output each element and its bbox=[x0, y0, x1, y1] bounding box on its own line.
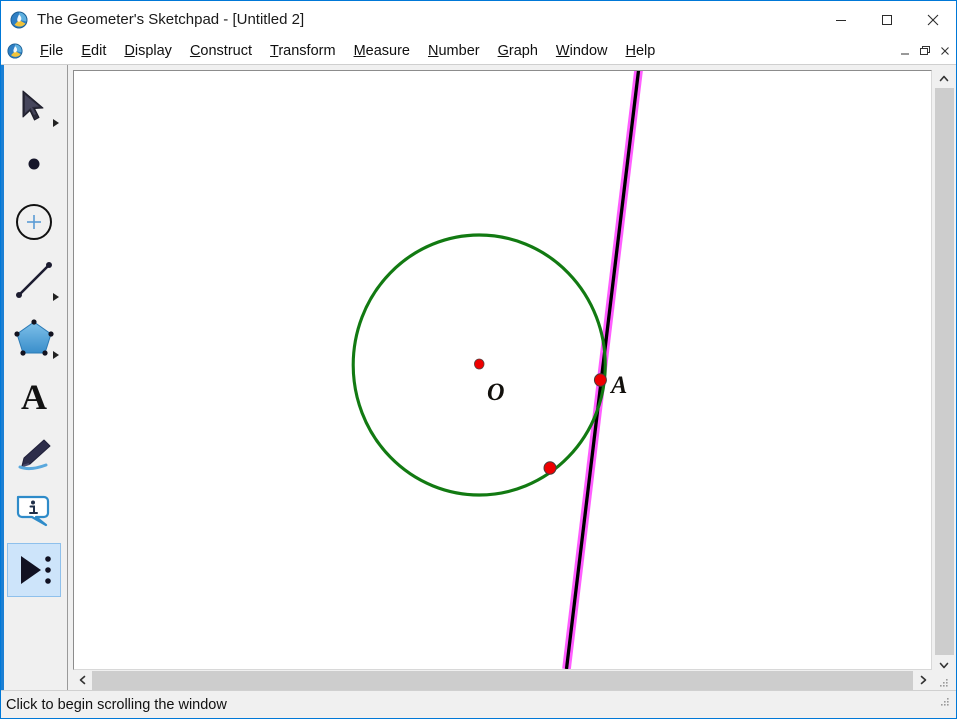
straightedge-tool-flyout-icon[interactable] bbox=[53, 293, 59, 301]
menu-label-transform: ransform bbox=[278, 43, 335, 59]
menu-label-file: ile bbox=[49, 43, 64, 59]
information-tool[interactable] bbox=[7, 485, 61, 539]
scroll-left-arrow-icon[interactable] bbox=[73, 671, 92, 690]
polygon-tool[interactable] bbox=[7, 311, 61, 365]
circle-radius-point[interactable] bbox=[544, 462, 556, 474]
straightedge-tool[interactable] bbox=[7, 253, 61, 307]
status-message: Click to begin scrolling the window bbox=[1, 697, 227, 713]
menu-item-number[interactable]: Number bbox=[419, 41, 489, 62]
menu-item-file[interactable]: File bbox=[31, 41, 72, 62]
menu-item-graph[interactable]: Graph bbox=[489, 41, 547, 62]
vertical-scrollbar[interactable] bbox=[932, 65, 956, 690]
sketchpad-logo-icon[interactable] bbox=[10, 11, 28, 29]
horizontal-scrollbar[interactable] bbox=[73, 670, 932, 690]
scroll-up-arrow-icon[interactable] bbox=[935, 69, 954, 88]
menu-item-measure[interactable]: Measure bbox=[345, 41, 419, 62]
menu-item-transform[interactable]: Transform bbox=[261, 41, 345, 62]
menu-label-measure: easure bbox=[366, 43, 410, 59]
menu-label-number: umber bbox=[438, 43, 479, 59]
window-close-button[interactable] bbox=[910, 1, 956, 38]
canvas-resize-grip-icon[interactable] bbox=[937, 676, 951, 690]
menu-bar: File Edit Display Construct Transform Me… bbox=[1, 38, 956, 65]
menu-item-window[interactable]: Window bbox=[547, 41, 617, 62]
polygon-tool-flyout-icon[interactable] bbox=[53, 351, 59, 359]
compass-circle-tool[interactable] bbox=[7, 195, 61, 249]
sketch-drawing[interactable]: O A bbox=[74, 71, 931, 669]
menu-item-display[interactable]: Display bbox=[115, 41, 181, 62]
menu-label-graph: raph bbox=[509, 43, 538, 59]
horizontal-scrollbar-track[interactable] bbox=[92, 671, 913, 690]
window-minimize-button[interactable] bbox=[818, 1, 864, 38]
application-window: The Geometer's Sketchpad - [Untitled 2] bbox=[0, 0, 957, 719]
mdi-restore-button[interactable] bbox=[916, 42, 934, 60]
point-tool[interactable] bbox=[7, 137, 61, 191]
window-maximize-button[interactable] bbox=[864, 1, 910, 38]
resize-grip-icon[interactable] bbox=[938, 695, 952, 714]
circle-point-a-label: A bbox=[609, 372, 627, 399]
menu-item-help[interactable]: Help bbox=[616, 41, 664, 62]
menu-label-edit: dit bbox=[91, 43, 106, 59]
svg-text:A: A bbox=[21, 377, 47, 415]
workspace: A bbox=[1, 65, 956, 690]
menu-item-construct[interactable]: Construct bbox=[181, 41, 261, 62]
canvas-area: O A bbox=[68, 65, 932, 690]
tool-palette: A bbox=[1, 65, 68, 690]
window-controls bbox=[818, 1, 956, 38]
center-point-label: O bbox=[487, 379, 505, 406]
center-point[interactable] bbox=[474, 359, 484, 369]
scroll-down-arrow-icon[interactable] bbox=[935, 655, 954, 674]
mdi-close-button[interactable] bbox=[936, 42, 954, 60]
mdi-window-controls bbox=[894, 38, 954, 64]
window-title: The Geometer's Sketchpad - [Untitled 2] bbox=[37, 11, 304, 28]
circle-point-a[interactable] bbox=[594, 374, 606, 386]
arrow-tool-flyout-icon[interactable] bbox=[53, 119, 59, 127]
menu-item-edit[interactable]: Edit bbox=[72, 41, 115, 62]
custom-tool[interactable] bbox=[7, 543, 61, 597]
tangent-line[interactable] bbox=[566, 71, 639, 669]
sketch-canvas[interactable]: O A bbox=[73, 70, 932, 670]
menu-label-construct: onstruct bbox=[200, 43, 252, 59]
text-tool[interactable]: A bbox=[7, 369, 61, 423]
menu-label-display: isplay bbox=[135, 43, 172, 59]
arrow-select-tool[interactable] bbox=[7, 79, 61, 133]
menu-label-help: elp bbox=[636, 43, 655, 59]
sketchpad-document-icon[interactable] bbox=[7, 43, 23, 59]
marker-tool[interactable] bbox=[7, 427, 61, 481]
status-bar: Click to begin scrolling the window bbox=[1, 690, 956, 718]
title-bar[interactable]: The Geometer's Sketchpad - [Untitled 2] bbox=[1, 1, 956, 38]
mdi-minimize-button[interactable] bbox=[896, 42, 914, 60]
menu-label-window: indow bbox=[570, 43, 608, 59]
scroll-right-arrow-icon[interactable] bbox=[913, 671, 932, 690]
vertical-scrollbar-track[interactable] bbox=[935, 88, 954, 655]
